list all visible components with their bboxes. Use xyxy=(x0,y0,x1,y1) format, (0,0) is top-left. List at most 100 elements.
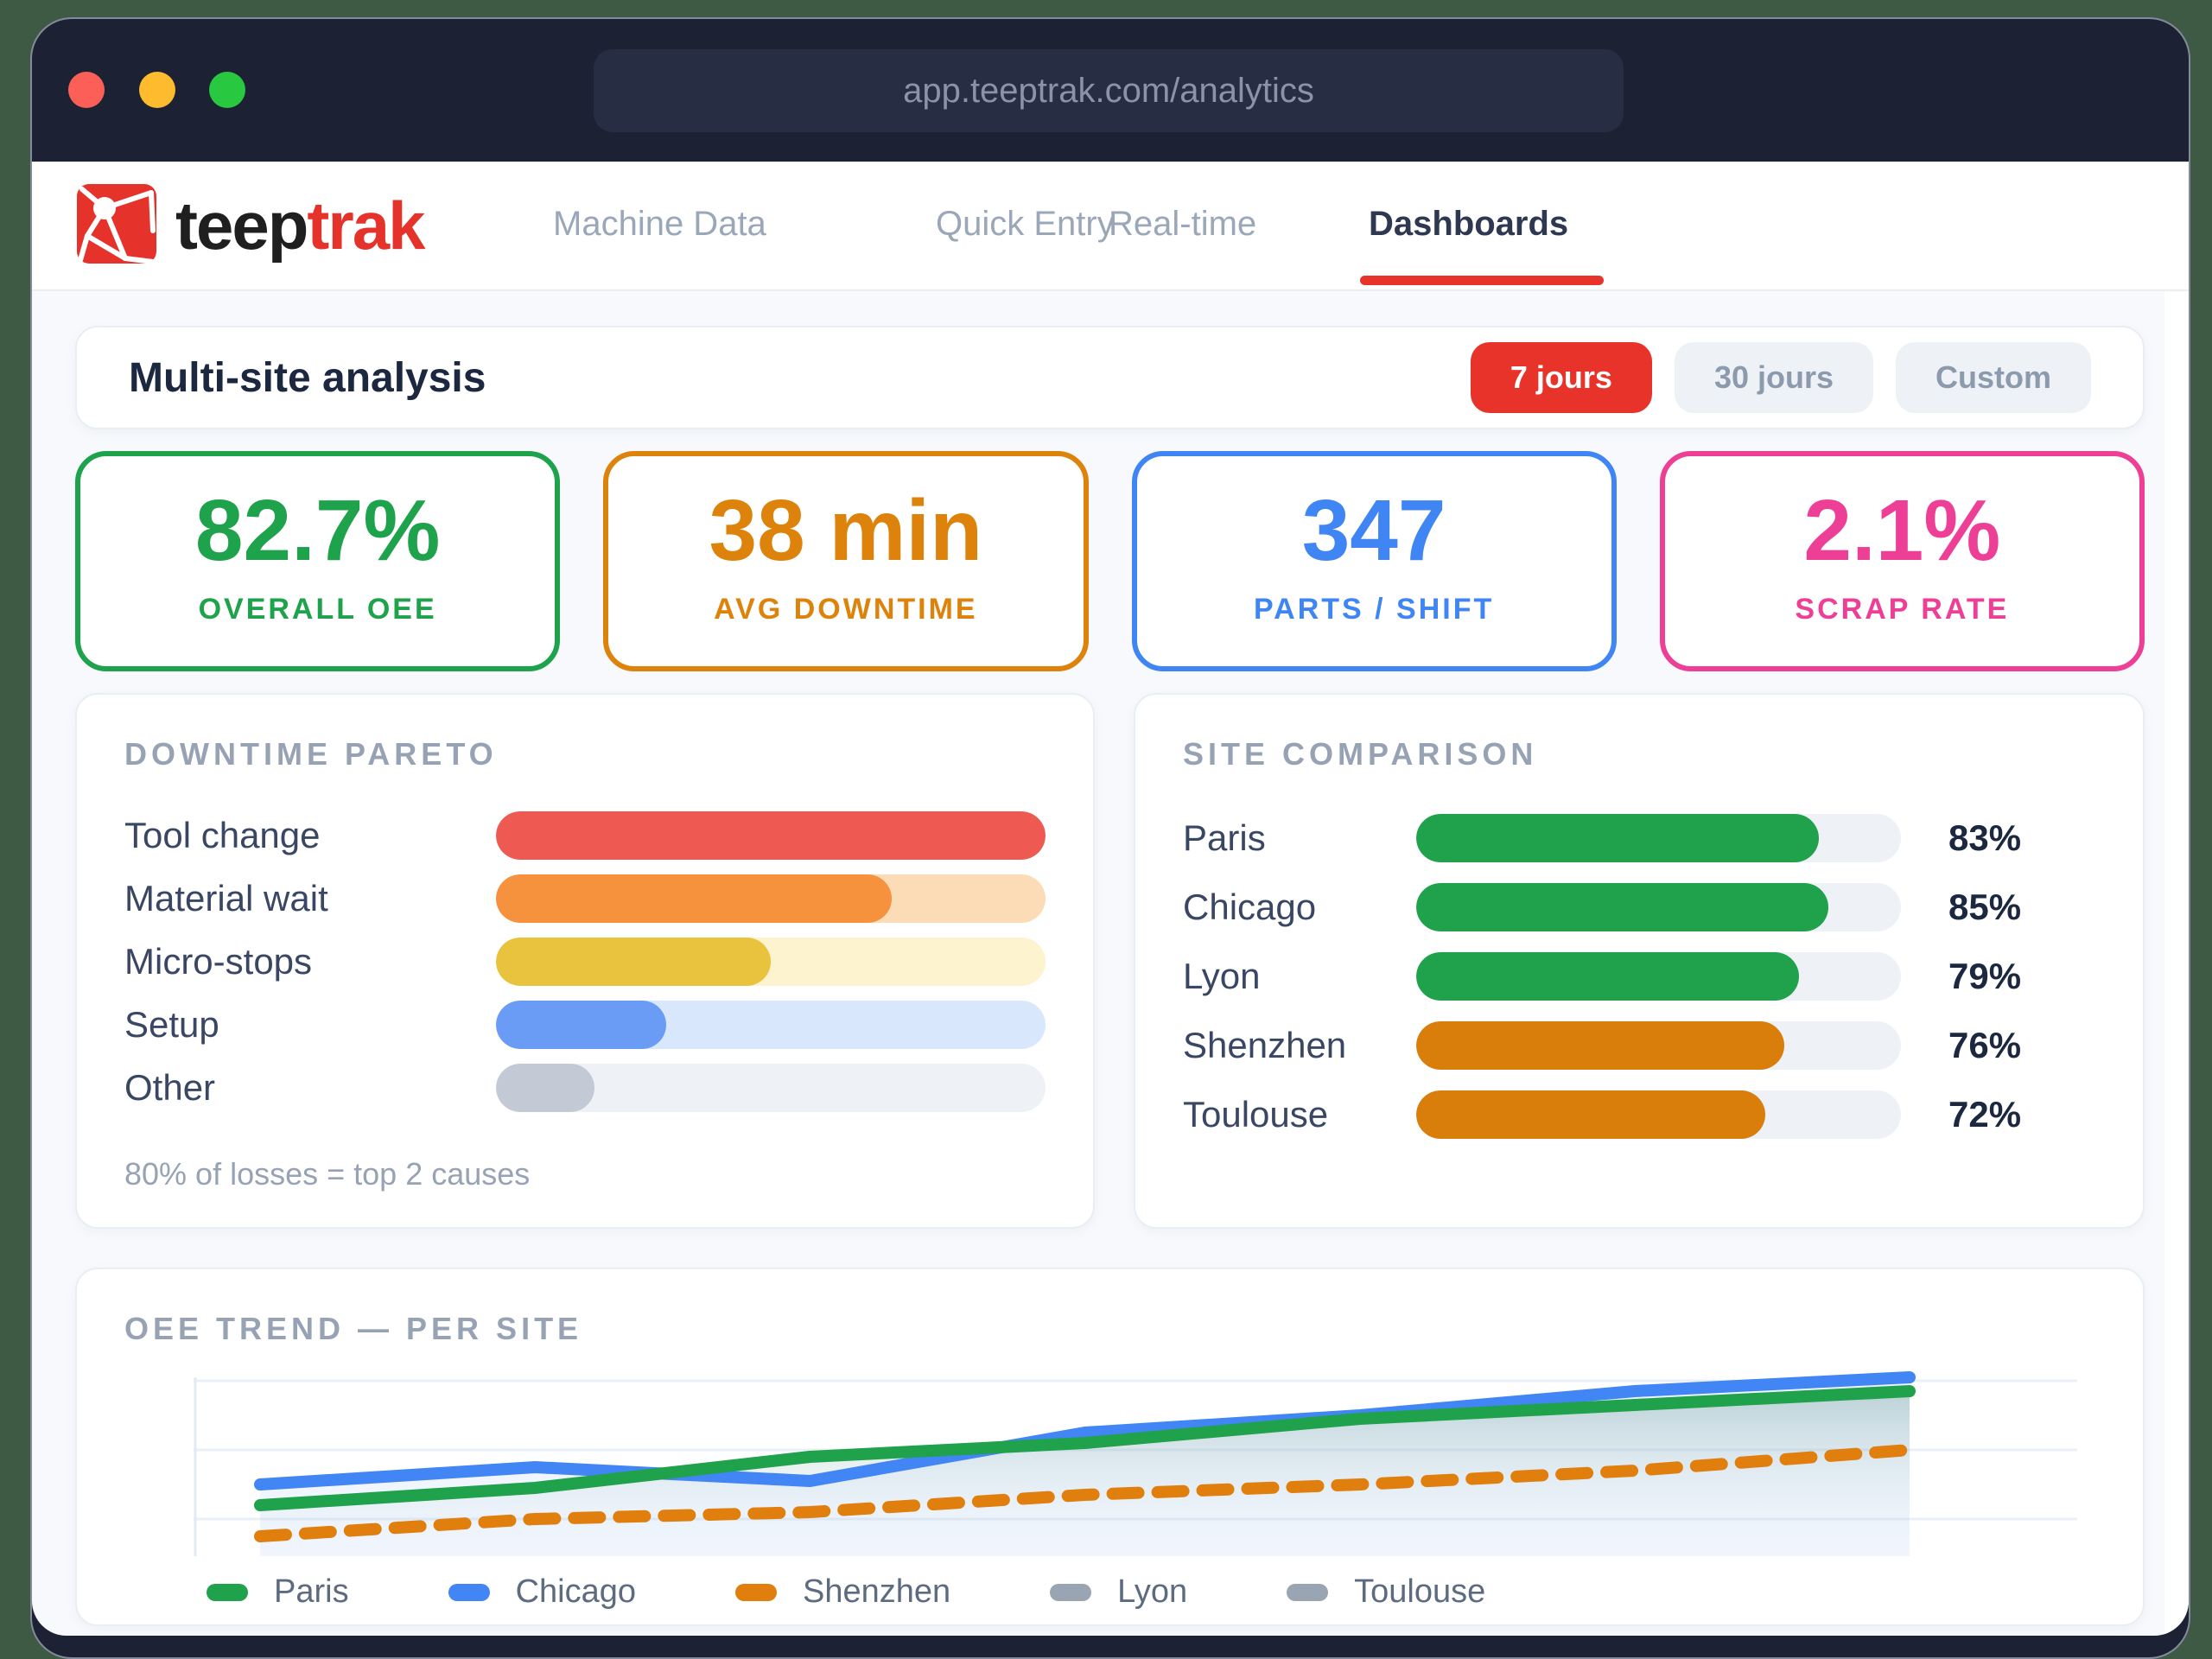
browser-window: app.teeptrak.com/analytics teeptrak Mach… xyxy=(30,17,2190,1659)
legend-item-chicago[interactable]: Chicago xyxy=(448,1573,636,1611)
site-comparison-panel: SITE COMPARISON Paris 83% Chicago 85% Lyon 79… xyxy=(1134,693,2145,1229)
address-bar[interactable]: app.teeptrak.com/analytics xyxy=(594,49,1624,132)
range-button-custom[interactable]: Custom xyxy=(1896,342,2091,413)
pareto-row: Micro-stops xyxy=(124,930,1046,993)
site-oee-value: 83% xyxy=(1948,817,2022,858)
kpi-card-scrap-rate: 2.1% SCRAP RATE xyxy=(1659,451,2145,671)
pareto-bar-track xyxy=(496,810,1046,860)
oee-trend-chart xyxy=(194,1356,2077,1567)
pareto-bar-fill xyxy=(496,1063,595,1112)
pareto-row: Material wait xyxy=(124,867,1046,930)
site-oee-value: 85% xyxy=(1948,887,2022,927)
pareto-bar-track xyxy=(496,1000,1046,1049)
pareto-cause-label: Other xyxy=(124,1066,216,1108)
multi-site-analysis-header: Multi-site analysis 7 jours 30 jours Cus… xyxy=(75,326,2145,429)
site-bar-track xyxy=(1416,883,1901,931)
address-bar-url: app.teeptrak.com/analytics xyxy=(903,71,1314,110)
site-oee-value: 72% xyxy=(1948,1094,2022,1135)
kpi-value: 82.7% xyxy=(194,482,441,579)
site-row: Paris 83% xyxy=(1183,804,2095,873)
panel-title: SITE COMPARISON xyxy=(1183,736,1538,772)
oee-trend-panel: OEE TREND — PER SITE Paris Chicago Shenzhe… xyxy=(75,1268,2145,1626)
site-bar-fill xyxy=(1416,1090,1765,1139)
pareto-bar-track xyxy=(496,874,1046,923)
legend-item-lyon[interactable]: Lyon xyxy=(1050,1573,1187,1611)
pareto-row: Other xyxy=(124,1056,1046,1119)
legend-swatch xyxy=(207,1583,248,1601)
site-name-label: Lyon xyxy=(1183,956,1261,996)
teeptrak-logo[interactable]: teeptrak xyxy=(75,182,425,270)
site-bar-fill xyxy=(1416,1021,1785,1070)
legend-item-shenzhen[interactable]: Shenzhen xyxy=(735,1573,950,1611)
site-bar-track xyxy=(1416,814,1901,862)
pareto-cause-label: Setup xyxy=(124,1003,219,1045)
kpi-card-avg-downtime: 38 min AVG DOWNTIME xyxy=(603,451,1089,671)
site-name-label: Toulouse xyxy=(1183,1094,1329,1135)
site-name-label: Paris xyxy=(1183,817,1266,858)
kpi-value: 2.1% xyxy=(1803,482,2001,579)
site-row: Toulouse 72% xyxy=(1183,1080,2095,1149)
pareto-note: 80% of losses = top 2 causes xyxy=(124,1156,531,1192)
nav-item-quick-entry[interactable]: Quick Entry xyxy=(936,205,1115,244)
kpi-label: OVERALL OEE xyxy=(198,593,437,626)
site-bar-fill xyxy=(1416,814,1819,862)
site-row: Shenzhen 76% xyxy=(1183,1011,2095,1080)
range-button-7-jours[interactable]: 7 jours xyxy=(1470,342,1652,413)
legend-swatch xyxy=(1050,1583,1092,1601)
traffic-light-minimize-button[interactable] xyxy=(139,72,175,108)
legend-label: Shenzhen xyxy=(803,1573,951,1610)
legend-swatch xyxy=(735,1583,777,1601)
downtime-pareto-panel: DOWNTIME PARETO Tool change Material wait… xyxy=(75,693,1095,1229)
legend-item-paris[interactable]: Paris xyxy=(207,1573,349,1611)
panel-title: OEE TREND — PER SITE xyxy=(124,1311,583,1346)
legend-swatch xyxy=(448,1583,490,1601)
site-row: Lyon 79% xyxy=(1183,942,2095,1011)
page-title: Multi-site analysis xyxy=(129,354,486,401)
site-oee-value: 79% xyxy=(1948,956,2022,996)
traffic-light-zoom-button[interactable] xyxy=(209,72,245,108)
pareto-bar-fill xyxy=(496,810,1046,860)
kpi-card-parts-shift: 347 PARTS / SHIFT xyxy=(1131,451,1617,671)
kpi-label: PARTS / SHIFT xyxy=(1253,593,1495,626)
pareto-bar-track xyxy=(496,937,1046,986)
chart-legend: Paris Chicago Shenzhen Lyon Toulouse xyxy=(207,1573,1485,1611)
legend-label: Paris xyxy=(274,1573,349,1610)
kpi-value: 347 xyxy=(1301,482,1446,579)
pareto-row: Tool change xyxy=(124,804,1046,867)
traffic-light-close-button[interactable] xyxy=(68,72,105,108)
site-bar-fill xyxy=(1416,952,1800,1001)
pareto-bar-track xyxy=(496,1063,1046,1112)
panel-title: DOWNTIME PARETO xyxy=(124,736,498,772)
kpi-label: SCRAP RATE xyxy=(1795,593,2010,626)
oee-trend-svg xyxy=(194,1371,2077,1556)
legend-item-toulouse[interactable]: Toulouse xyxy=(1287,1573,1485,1611)
legend-label: Chicago xyxy=(515,1573,636,1610)
page-content: teeptrak Machine Data Quick Entry Real-t… xyxy=(32,162,2189,1636)
nav-item-dashboards[interactable]: Dashboards xyxy=(1369,205,1568,244)
pareto-bar-fill xyxy=(496,874,892,923)
site-row: Chicago 85% xyxy=(1183,873,2095,942)
site-bar-track xyxy=(1416,1090,1901,1139)
legend-label: Lyon xyxy=(1117,1573,1188,1610)
scrollbar-track[interactable] xyxy=(2164,291,2189,1636)
nav-item-real-time[interactable]: Real-time xyxy=(1109,205,1256,244)
pareto-row: Setup xyxy=(124,993,1046,1056)
site-name-label: Shenzhen xyxy=(1183,1025,1347,1065)
site-bar-track xyxy=(1416,952,1901,1001)
pareto-cause-label: Tool change xyxy=(124,814,321,855)
site-bar-fill xyxy=(1416,883,1828,931)
range-button-30-jours[interactable]: 30 jours xyxy=(1674,342,1873,413)
site-bar-track xyxy=(1416,1021,1901,1070)
legend-swatch xyxy=(1287,1583,1329,1601)
legend-label: Toulouse xyxy=(1354,1573,1486,1610)
browser-chrome: app.teeptrak.com/analytics xyxy=(32,19,2189,162)
kpi-value: 38 min xyxy=(709,482,983,579)
site-name-label: Chicago xyxy=(1183,887,1317,927)
pareto-bar-fill xyxy=(496,1000,667,1049)
site-oee-value: 76% xyxy=(1948,1025,2022,1065)
kpi-label: AVG DOWNTIME xyxy=(714,593,978,626)
top-navbar: teeptrak Machine Data Quick Entry Real-t… xyxy=(32,162,2189,291)
pareto-rows: Tool change Material wait Micro-stops Setup… xyxy=(124,804,1046,1119)
pareto-bar-fill xyxy=(496,937,771,986)
nav-item-machine-data[interactable]: Machine Data xyxy=(553,205,766,244)
